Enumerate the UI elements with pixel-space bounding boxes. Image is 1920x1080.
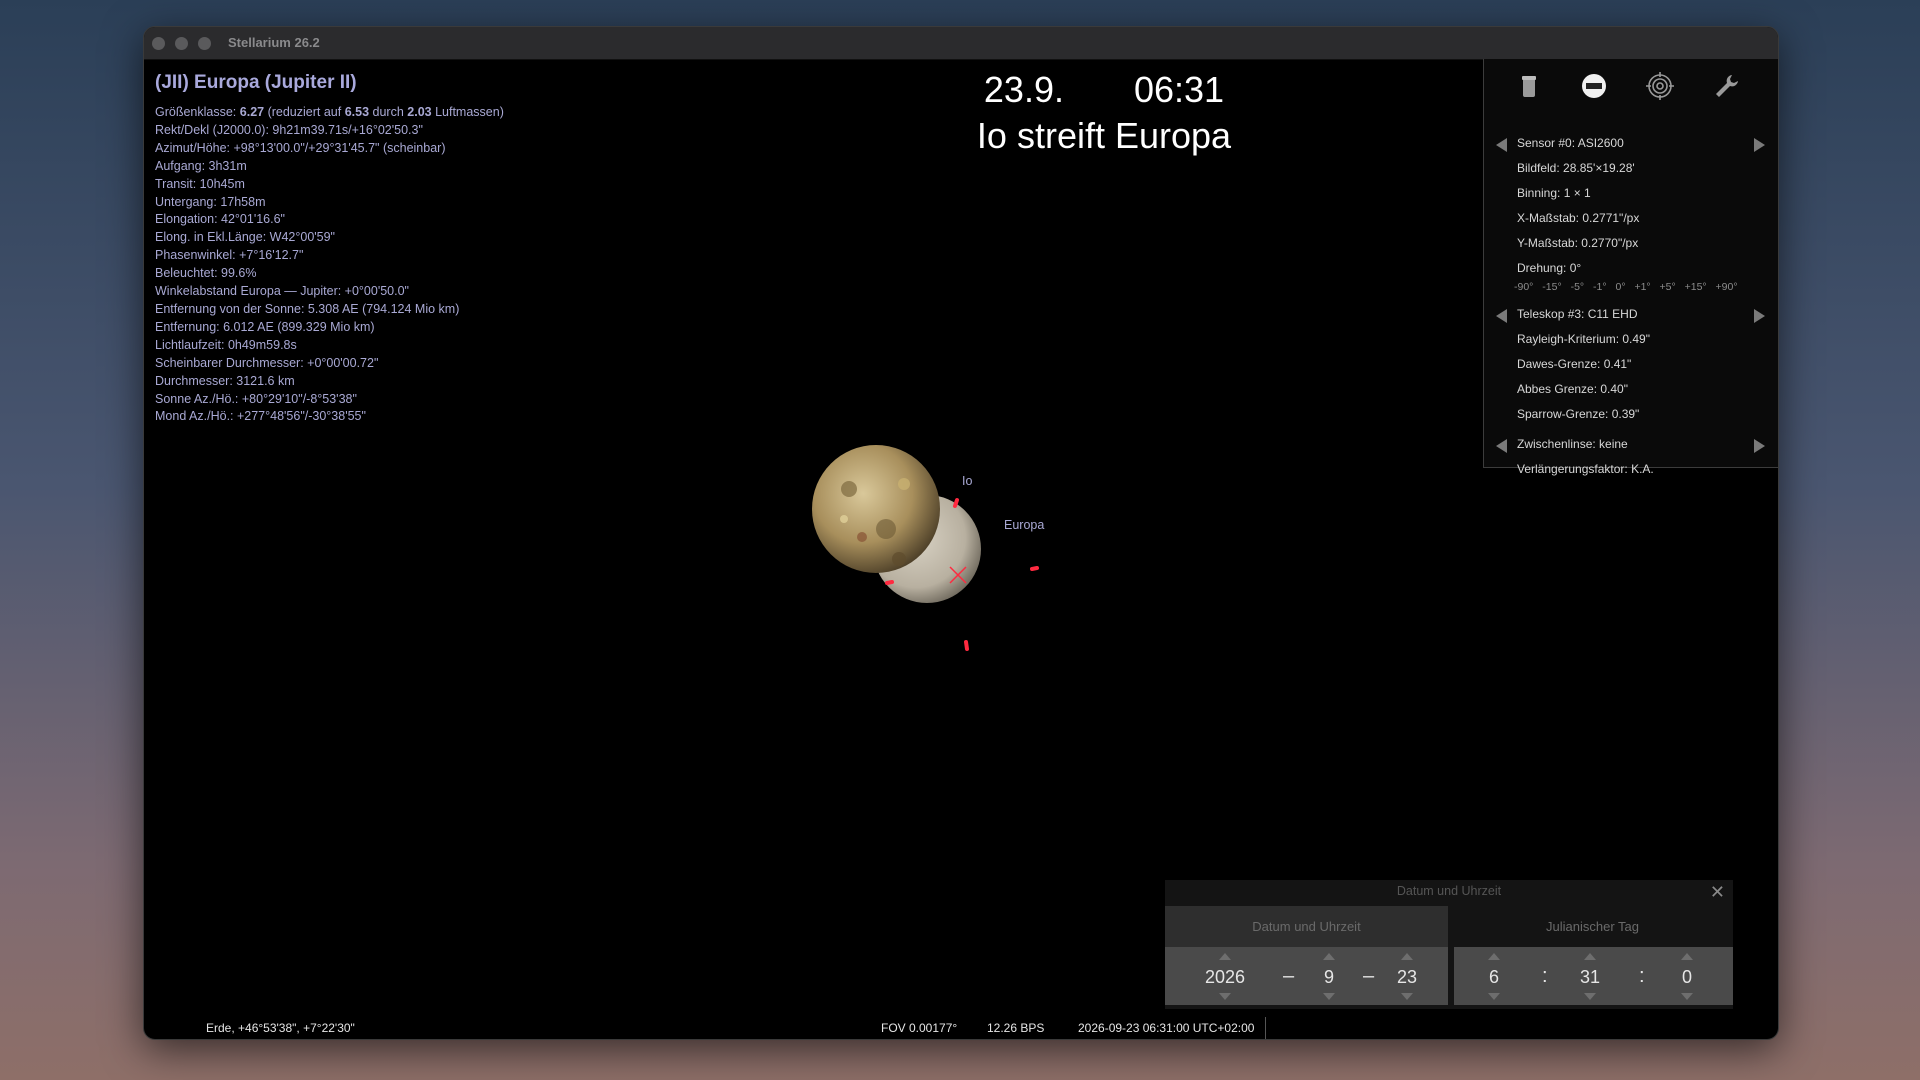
close-icon[interactable]: ✕	[1710, 882, 1725, 903]
second-up-arrow[interactable]	[1681, 953, 1693, 960]
year-field[interactable]: 2026	[1195, 967, 1255, 988]
time-separator: :	[1639, 965, 1645, 987]
month-down-arrow[interactable]	[1323, 993, 1335, 1000]
time-separator: :	[1542, 965, 1548, 987]
sensor-detail: Bildfeld: 28.85'×19.28'	[1517, 161, 1635, 175]
minute-field[interactable]: 31	[1560, 967, 1620, 988]
telescope-name: Teleskop #3: C11 EHD	[1517, 307, 1638, 321]
telescope-next-arrow[interactable]	[1754, 309, 1765, 323]
telescope-detail: Rayleigh-Kriterium: 0.49"	[1517, 332, 1650, 346]
day-down-arrow[interactable]	[1401, 993, 1413, 1000]
sky-view[interactable]: Io Europa	[144, 59, 1483, 1017]
day-up-arrow[interactable]	[1401, 953, 1413, 960]
lens-prev-arrow[interactable]	[1496, 439, 1507, 453]
europa-label: Europa	[1004, 518, 1044, 532]
location-status[interactable]: Erde, +46°53'38", +7°22'30"	[206, 1021, 355, 1035]
telescope-detail: Sparrow-Grenze: 0.39"	[1517, 407, 1640, 421]
tab-date-time[interactable]: Datum und Uhrzeit	[1165, 906, 1448, 947]
sensor-name: Sensor #0: ASI2600	[1517, 136, 1624, 150]
title-bar: Stellarium 26.2	[144, 27, 1778, 60]
date-fields: 2026 – 9 – 23	[1165, 947, 1448, 1005]
rotation-presets[interactable]: -90° -15° -5° -1° 0° +1° +5° +15° +90°	[1514, 281, 1738, 293]
sensor-detail: Drehung: 0°	[1517, 261, 1582, 275]
time-fields: 6 : 31 : 0	[1454, 947, 1733, 1005]
second-field[interactable]: 0	[1657, 967, 1717, 988]
ocular-icon[interactable]	[1514, 71, 1544, 101]
tab-julian-day[interactable]: Julianischer Tag	[1452, 906, 1733, 947]
minute-down-arrow[interactable]	[1584, 993, 1596, 1000]
date-time-dialog: Datum und Uhrzeit ✕ Datum und Uhrzeit Ju…	[1165, 880, 1733, 1009]
dialog-title: Datum und Uhrzeit	[1396, 884, 1502, 898]
telrad-icon[interactable]	[1645, 71, 1675, 101]
io-disk[interactable]	[812, 445, 940, 573]
sensor-icon[interactable]	[1579, 71, 1609, 101]
status-bar: Erde, +46°53'38", +7°22'30" FOV 0.00177°…	[144, 1017, 1778, 1039]
lens-next-arrow[interactable]	[1754, 439, 1765, 453]
stellarium-window: Stellarium 26.2 (JII) Europa (Jupiter II…	[143, 26, 1779, 1040]
io-label: Io	[962, 474, 972, 488]
wrench-icon[interactable]	[1712, 71, 1742, 101]
hour-up-arrow[interactable]	[1488, 953, 1500, 960]
sensor-detail: X-Maßstab: 0.2771"/px	[1517, 211, 1640, 225]
fov-status: FOV 0.00177°	[881, 1021, 958, 1035]
date-separator: –	[1283, 965, 1295, 987]
day-field[interactable]: 23	[1377, 967, 1437, 988]
lens-detail: Verlängerungsfaktor: K.A.	[1517, 462, 1654, 476]
minimize-window-button[interactable]	[175, 37, 188, 50]
sensor-next-arrow[interactable]	[1754, 138, 1765, 152]
month-field[interactable]: 9	[1299, 967, 1359, 988]
month-up-arrow[interactable]	[1323, 953, 1335, 960]
second-down-arrow[interactable]	[1681, 993, 1693, 1000]
sensor-detail: Binning: 1 × 1	[1517, 186, 1591, 200]
close-window-button[interactable]	[152, 37, 165, 50]
date-separator: –	[1363, 965, 1375, 987]
status-divider	[1265, 1017, 1266, 1039]
year-up-arrow[interactable]	[1219, 953, 1231, 960]
hour-down-arrow[interactable]	[1488, 993, 1500, 1000]
fps-status: 12.26 BPS	[987, 1021, 1045, 1035]
telescope-detail: Abbes Grenze: 0.40"	[1517, 382, 1628, 396]
oculars-panel: Sensor #0: ASI2600 Bildfeld: 28.85'×19.2…	[1483, 59, 1778, 476]
telescope-prev-arrow[interactable]	[1496, 309, 1507, 323]
sensor-detail: Y-Maßstab: 0.2770"/px	[1517, 236, 1639, 250]
sensor-prev-arrow[interactable]	[1496, 138, 1507, 152]
lens-name: Zwischenlinse: keine	[1517, 437, 1628, 451]
minute-up-arrow[interactable]	[1584, 953, 1596, 960]
datetime-status[interactable]: 2026-09-23 06:31:00 UTC+02:00	[1078, 1021, 1254, 1035]
window-title: Stellarium 26.2	[228, 35, 320, 50]
year-down-arrow[interactable]	[1219, 993, 1231, 1000]
telescope-detail: Dawes-Grenze: 0.41"	[1517, 357, 1632, 371]
zoom-window-button[interactable]	[198, 37, 211, 50]
hour-field[interactable]: 6	[1464, 967, 1524, 988]
